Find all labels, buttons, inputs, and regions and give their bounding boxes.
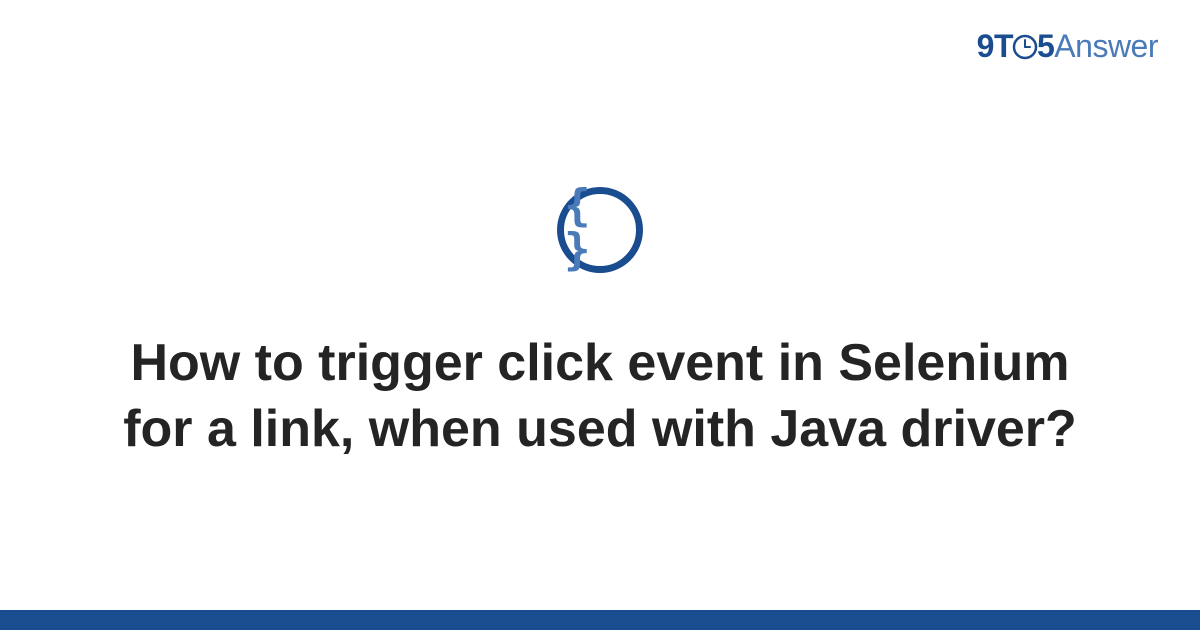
category-badge: { } [557, 187, 643, 273]
braces-icon: { } [564, 184, 636, 272]
question-title: How to trigger click event in Selenium f… [100, 331, 1100, 462]
footer-bar [0, 610, 1200, 630]
main-content: { } How to trigger click event in Seleni… [0, 0, 1200, 610]
